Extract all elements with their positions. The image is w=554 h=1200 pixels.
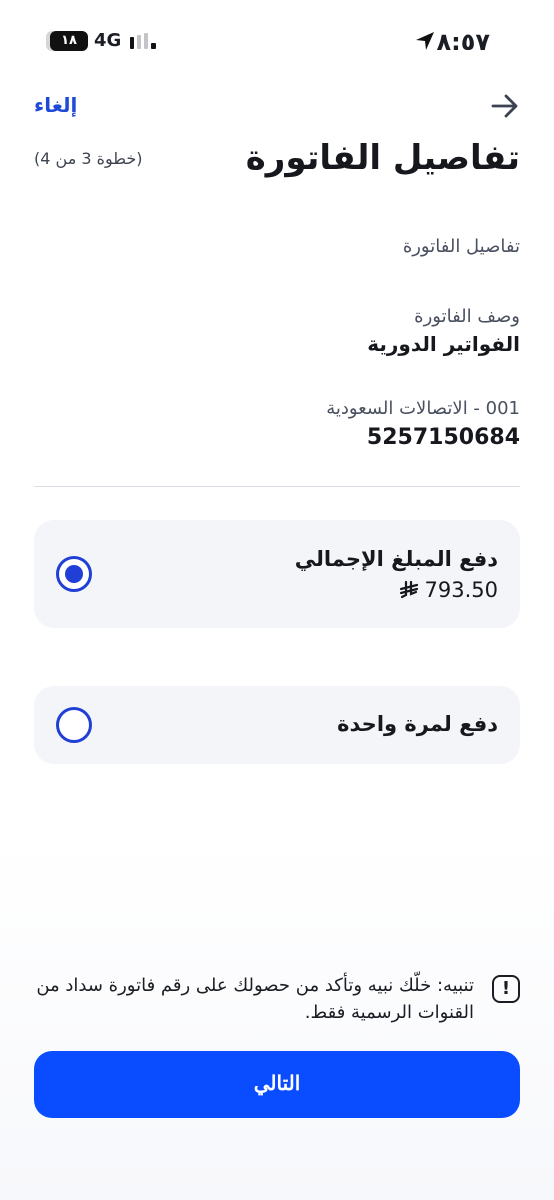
pay-total-option[interactable]: دفع المبلغ الإجمالي 793.50 [34, 520, 520, 628]
signal-icon [130, 33, 156, 49]
description-label: وصف الفاتورة [414, 306, 520, 327]
warning-text: تنبيه: خلّك نبيه وتأكد من حصولك على رقم … [36, 975, 474, 1023]
cancel-link[interactable]: إلغاء [34, 93, 77, 117]
biller-account-number: 5257150684 [366, 425, 520, 450]
location-arrow-icon [416, 32, 434, 50]
step-indicator: (خطوة 3 من 4) [34, 149, 143, 168]
next-button[interactable]: التالي [34, 1051, 520, 1118]
biller-label: 001 - الاتصالات السعودية [326, 398, 520, 419]
network-type: 4G [94, 30, 122, 51]
pay-once-option[interactable]: دفع لمرة واحدة [34, 686, 520, 764]
amount-value: 793.50 [424, 578, 498, 602]
bill-details-screen: ١٨ 4G ٨:٥٧ إلغاء تفاصيل الفاتورة (خطوة 3… [0, 0, 554, 1200]
riyal-icon [399, 580, 418, 599]
page-title: تفاصيل الفاتورة [245, 138, 520, 178]
radio-selected[interactable] [56, 556, 92, 592]
battery-level: ١٨ [50, 31, 88, 51]
status-bar: ١٨ 4G ٨:٥٧ [0, 0, 554, 84]
battery-icon: ١٨ [46, 31, 88, 51]
radio-unselected[interactable] [56, 707, 92, 743]
option-title: دفع لمرة واحدة [337, 712, 498, 736]
alert-icon: ! [492, 975, 520, 1003]
clock: ٨:٥٧ [436, 28, 490, 56]
divider [34, 486, 520, 487]
option-title: دفع المبلغ الإجمالي [294, 547, 498, 571]
description-value: الفواتير الدورية [367, 332, 520, 356]
arrow-right-icon[interactable] [490, 92, 520, 120]
section-heading: تفاصيل الفاتورة [402, 236, 520, 257]
option-amount: 793.50 [399, 578, 498, 602]
